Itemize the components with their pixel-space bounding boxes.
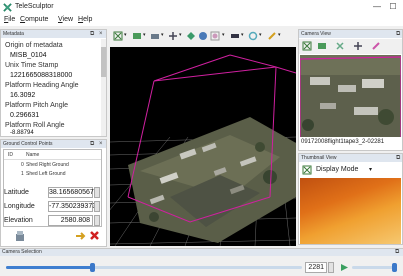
reset-view-icon[interactable] (113, 31, 123, 41)
menu-help[interactable]: Help (78, 16, 92, 23)
chevron-down-icon[interactable]: ▾ (143, 32, 146, 38)
pen-icon[interactable] (371, 41, 381, 51)
volume-icon[interactable] (210, 31, 220, 41)
float-icon[interactable]: ⧉ (395, 249, 399, 256)
float-icon[interactable]: ⧉ (90, 30, 94, 38)
chevron-down-icon[interactable]: ▾ (161, 32, 164, 38)
gcp-col-name: Name (26, 152, 40, 158)
camera-view-panel: Camera View ⧉ 09172008flight1tape3_2-022… (298, 29, 403, 151)
float-icon[interactable]: ⧉ (396, 154, 400, 162)
close-icon[interactable]: × (99, 30, 103, 38)
roi-icon[interactable] (248, 31, 258, 41)
export-icon[interactable] (14, 230, 26, 242)
features-icon[interactable] (335, 41, 345, 51)
pen-icon[interactable] (267, 31, 277, 41)
longitude-field[interactable]: -77.350239373 (48, 201, 96, 212)
chevron-down-icon[interactable]: ▾ (124, 32, 127, 38)
camera-view-toolbar (299, 39, 402, 54)
meta-value-origin: MISB_0104 (10, 52, 47, 59)
latitude-stepper[interactable] (94, 187, 100, 198)
elevation-field[interactable]: 2580.808 (48, 215, 93, 226)
frame-slider-fill (6, 266, 92, 269)
meta-label-roll: Platform Roll Angle (5, 122, 65, 129)
float-icon[interactable]: ⧉ (396, 30, 400, 38)
camera-icon[interactable] (150, 31, 160, 41)
chevron-down-icon[interactable]: ▾ (369, 166, 372, 173)
thumbnail-panel: Thumbnail View ⧉ Display Mode ▾ (298, 153, 403, 245)
window-title: TeleSculptor (15, 3, 54, 10)
thumbnail-header: Thumbnail View ⧉ (299, 154, 402, 162)
meta-value-heading: 16.3092 (10, 92, 36, 99)
delete-icon[interactable] (89, 230, 100, 241)
scrollbar-thumb[interactable] (101, 47, 106, 77)
metadata-scrollbar[interactable] (101, 39, 106, 136)
table-row[interactable]: 1 Shed Left Ground (4, 171, 101, 179)
menu-view[interactable]: View (58, 16, 73, 23)
points-icon[interactable] (353, 41, 363, 51)
metadata-header: Metadata ⧉ × (1, 30, 106, 38)
image-icon[interactable] (317, 41, 327, 51)
chevron-down-icon[interactable]: ▾ (222, 32, 225, 38)
meta-label-heading: Platform Heading Angle (5, 82, 79, 89)
float-icon[interactable]: ⧉ (90, 140, 94, 148)
app-window: TeleSculptor — ☐ File Compute View Help … (0, 0, 403, 276)
app-logo-icon (3, 3, 12, 12)
meta-value-roll: -8.88794 (10, 130, 34, 136)
chevron-down-icon[interactable]: ▾ (278, 32, 281, 38)
latitude-label: Latitude (4, 189, 29, 196)
camera-frame-image[interactable] (300, 55, 401, 137)
close-icon[interactable]: × (99, 140, 103, 148)
camera-selection-title: Camera Selection (2, 249, 42, 255)
camera-view-header: Camera View ⧉ (299, 30, 402, 38)
world-view[interactable] (110, 47, 296, 246)
camera-selection-header: Camera Selection ⧉ (0, 249, 403, 256)
elevation-stepper[interactable] (94, 215, 100, 226)
table-row[interactable]: 0 Shed Right Ground (4, 162, 101, 170)
latitude-field[interactable]: 38.165680567 (48, 187, 94, 198)
menu-file[interactable]: File (4, 16, 15, 23)
play-icon[interactable] (340, 263, 349, 272)
gcp-title: Ground Control Points (3, 141, 53, 147)
playback-speed-handle[interactable] (392, 263, 397, 272)
mesh-icon[interactable] (198, 31, 208, 41)
reset-view-icon[interactable] (302, 165, 312, 175)
frame-caption: 09172008flight1tape3_2-02281 (301, 139, 385, 145)
longitude-label: Longitude (4, 203, 35, 210)
title-bar: TeleSculptor — ☐ (0, 0, 403, 15)
gcp-header: Ground Control Points ⧉ × (1, 140, 106, 148)
chevron-down-icon[interactable]: ▾ (179, 32, 182, 38)
chevron-down-icon[interactable]: ▾ (259, 32, 262, 38)
meta-label-pitch: Platform Pitch Angle (5, 102, 69, 109)
world-view-toolbar: ▾ ▾ ▾ ▾ ▾ ▾ ▾ ▾ (110, 29, 296, 45)
menu-bar: File Compute View Help (0, 15, 403, 26)
landmarks-icon[interactable] (186, 31, 196, 41)
meta-label-origin: Origin of metadata (5, 42, 63, 49)
reset-icon[interactable] (74, 230, 86, 242)
longitude-stepper[interactable] (94, 201, 100, 212)
chevron-down-icon[interactable]: ▾ (241, 32, 244, 38)
points-icon[interactable] (168, 31, 178, 41)
meta-value-timestamp: 1221665088318000 (10, 72, 73, 79)
depth-thumbnail-image[interactable] (300, 178, 401, 244)
reset-view-icon[interactable] (302, 41, 312, 51)
meta-value-pitch: 0.296631 (10, 112, 40, 119)
minimize-button[interactable]: — (371, 1, 383, 13)
frame-slider-handle[interactable] (89, 263, 95, 272)
thumbnail-title: Thumbnail View (301, 155, 337, 161)
maximize-button[interactable]: ☐ (387, 1, 399, 13)
playback-speed-track[interactable] (352, 266, 396, 269)
camera-view-title: Camera View (301, 31, 331, 37)
world-view-scene (110, 54, 296, 246)
frame-stepper[interactable] (328, 262, 334, 273)
menu-compute[interactable]: Compute (20, 16, 48, 23)
depth-map-icon[interactable] (230, 31, 240, 41)
elevation-label: Elevation (4, 217, 33, 224)
meta-label-timestamp: Unix Time Stamp (5, 62, 59, 69)
metadata-title: Metadata (3, 31, 24, 37)
frame-number-field[interactable]: 2281 (305, 262, 327, 273)
display-mode-button[interactable]: Display Mode (316, 166, 358, 173)
image-icon[interactable] (132, 31, 142, 41)
gcp-col-id: ID (8, 152, 13, 158)
metadata-panel: Metadata ⧉ × Origin of metadata MISB_010… (0, 29, 107, 137)
